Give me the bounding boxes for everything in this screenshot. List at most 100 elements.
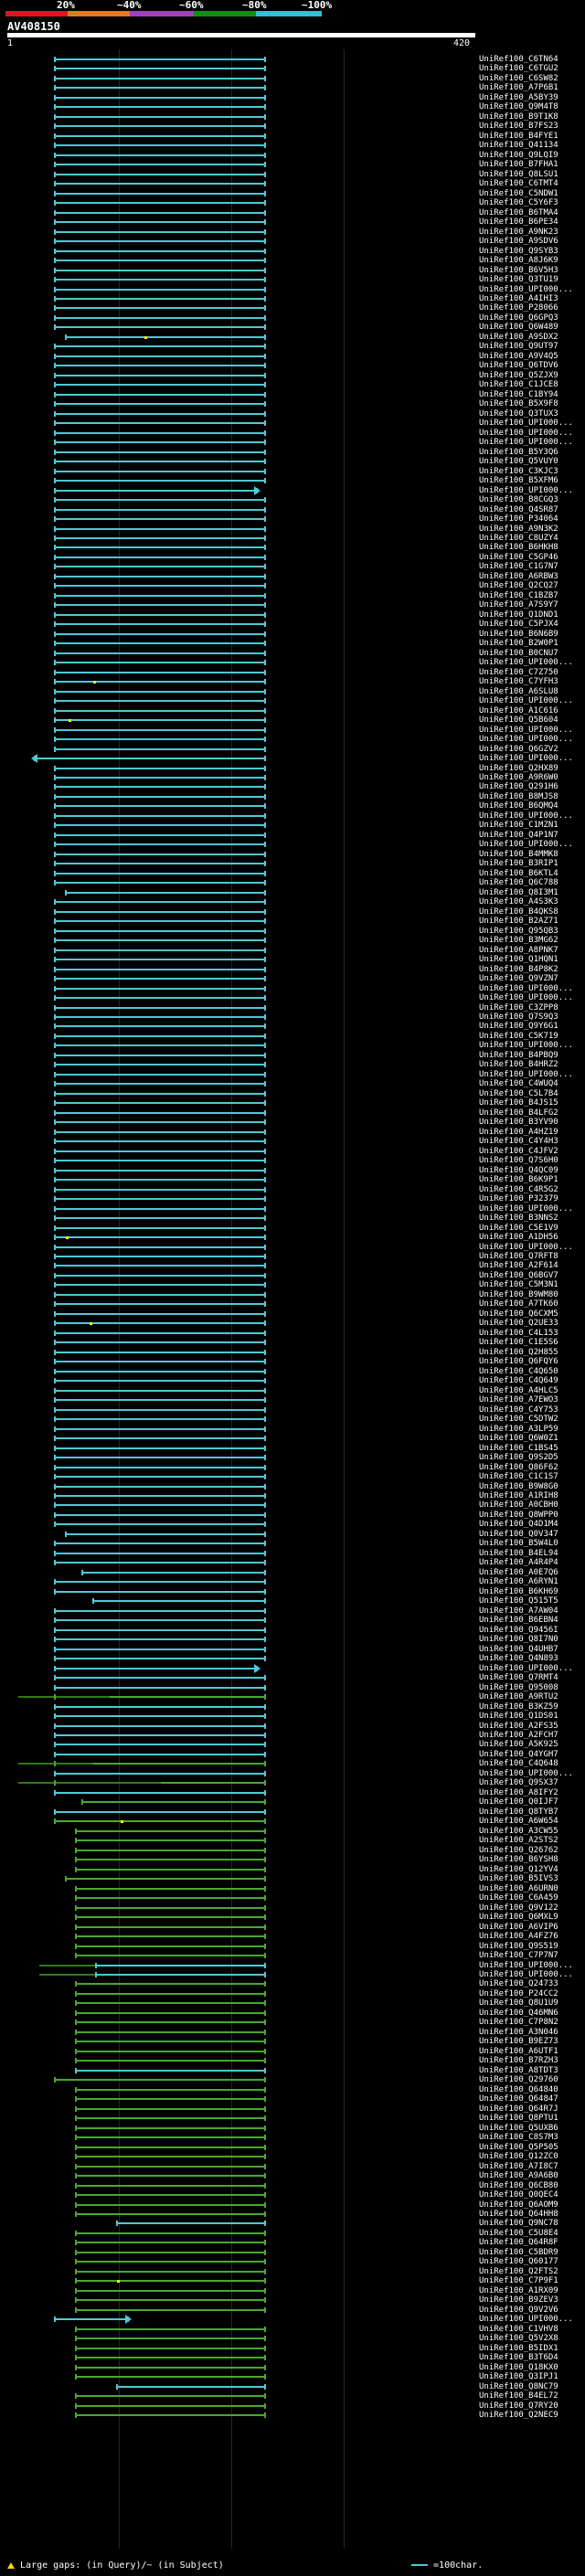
hit-row[interactable]: UniRef100_C7P7N7 [0, 1951, 585, 1960]
hit-row[interactable]: UniRef100_Q6W0Z1 [0, 1434, 585, 1443]
hit-row[interactable]: UniRef100_Q5P505 [0, 2143, 585, 2152]
hit-label[interactable]: UniRef100_A9SDX2 [479, 333, 558, 342]
hit-label[interactable]: UniRef100_B5Y3Q6 [479, 448, 558, 457]
hit-row[interactable]: UniRef100_C5U8E4 [0, 2229, 585, 2238]
hit-label[interactable]: UniRef100_UPI000... [479, 2315, 573, 2324]
hit-label[interactable]: UniRef100_B6KTL4 [479, 869, 558, 878]
hit-row[interactable]: UniRef100_Q6GPQ3 [0, 313, 585, 323]
hit-label[interactable]: UniRef100_UPI000... [479, 726, 573, 735]
hit-label[interactable]: UniRef100_C4WUQ4 [479, 1079, 558, 1088]
hit-label[interactable]: UniRef100_C6A459 [479, 1893, 558, 1903]
hit-label[interactable]: UniRef100_UPI000... [479, 1243, 573, 1252]
hit-label[interactable]: UniRef100_C5M3N1 [479, 1280, 558, 1289]
hit-label[interactable]: UniRef100_C7Z750 [479, 668, 558, 677]
hit-row[interactable]: UniRef100_Q515T5 [0, 1596, 585, 1606]
hit-label[interactable]: UniRef100_Q2HX89 [479, 764, 558, 773]
hit-row[interactable]: UniRef100_Q0IJF7 [0, 1797, 585, 1807]
hit-row[interactable]: UniRef100_A8TDT3 [0, 2066, 585, 2075]
hit-label[interactable]: UniRef100_Q18KX0 [479, 2363, 558, 2372]
hit-label[interactable]: UniRef100_B4JS15 [479, 1098, 558, 1108]
hit-row[interactable]: UniRef100_B4EL94 [0, 1549, 585, 1558]
hit-label[interactable]: UniRef100_A7EWO3 [479, 1395, 558, 1405]
hit-row[interactable]: UniRef100_C6TN64 [0, 55, 585, 64]
hit-row[interactable]: UniRef100_A0CBH0 [0, 1500, 585, 1510]
hit-label[interactable]: UniRef100_Q3TUX3 [479, 409, 558, 419]
hit-label[interactable]: UniRef100_Q6GZV2 [479, 745, 558, 754]
hit-label[interactable]: UniRef100_B3YV90 [479, 1118, 558, 1127]
hit-label[interactable]: UniRef100_C6TN64 [479, 55, 558, 64]
hit-row[interactable]: UniRef100_Q64840 [0, 2085, 585, 2094]
hit-row[interactable]: UniRef100_Q9V2V6 [0, 2306, 585, 2315]
hit-label[interactable]: UniRef100_Q2UE33 [479, 1319, 558, 1328]
hit-row[interactable]: UniRef100_B6YSH8 [0, 1855, 585, 1864]
hit-row[interactable]: UniRef100_B5XFM6 [0, 476, 585, 485]
hit-label[interactable]: UniRef100_C4Q648 [479, 1759, 558, 1768]
hit-label[interactable]: UniRef100_C3KJC3 [479, 467, 558, 476]
hit-row[interactable]: UniRef100_Q6FQY6 [0, 1357, 585, 1366]
hit-row[interactable]: UniRef100_Q6AOM9 [0, 2200, 585, 2210]
hit-label[interactable]: UniRef100_UPI000... [479, 984, 573, 993]
hit-row[interactable]: UniRef100_C1BZB7 [0, 591, 585, 600]
hit-row[interactable]: UniRef100_A1DH56 [0, 1233, 585, 1242]
hit-row[interactable]: UniRef100_UPI000... [0, 485, 585, 495]
hit-row[interactable]: UniRef100_A6VIP6 [0, 1923, 585, 1932]
hit-label[interactable]: UniRef100_A5K925 [479, 1740, 558, 1749]
hit-label[interactable]: UniRef100_B3RIP1 [479, 859, 558, 868]
hit-label[interactable]: UniRef100_A7S9Y7 [479, 600, 558, 610]
hit-row[interactable]: UniRef100_Q4YGH7 [0, 1750, 585, 1759]
hit-label[interactable]: UniRef100_B8CGQ3 [479, 495, 558, 504]
hit-label[interactable]: UniRef100_A9RTU2 [479, 1692, 558, 1701]
hit-label[interactable]: UniRef100_Q2NEC9 [479, 2411, 558, 2420]
hit-row[interactable]: UniRef100_C4Y753 [0, 1405, 585, 1415]
hit-row[interactable]: UniRef100_B4PBQ9 [0, 1051, 585, 1060]
hit-label[interactable]: UniRef100_B5W4L0 [479, 1539, 558, 1548]
hit-label[interactable]: UniRef100_Q5P505 [479, 2143, 558, 2152]
hit-label[interactable]: UniRef100_Q8WPP0 [479, 1511, 558, 1520]
hit-row[interactable]: UniRef100_Q4QC09 [0, 1166, 585, 1175]
hit-row[interactable]: UniRef100_UPI000... [0, 429, 585, 438]
hit-label[interactable]: UniRef100_Q4D1M4 [479, 1520, 558, 1529]
hit-label[interactable]: UniRef100_UPI000... [479, 754, 573, 763]
hit-label[interactable]: UniRef100_Q0V347 [479, 1530, 558, 1539]
hit-label[interactable]: UniRef100_Q9Y6G1 [479, 1022, 558, 1031]
hit-row[interactable]: UniRef100_UPI000... [0, 1970, 585, 1979]
hit-row[interactable]: UniRef100_UPI000... [0, 2315, 585, 2325]
hit-label[interactable]: UniRef100_Q5UXB6 [479, 2124, 558, 2133]
hit-label[interactable]: UniRef100_UPI000... [479, 1204, 573, 1214]
hit-label[interactable]: UniRef100_UPI000... [479, 840, 573, 849]
hit-row[interactable]: UniRef100_Q6GZV2 [0, 745, 585, 754]
hit-row[interactable]: UniRef100_Q5VUY0 [0, 457, 585, 466]
hit-row[interactable]: UniRef100_Q24733 [0, 1979, 585, 1988]
hit-row[interactable]: UniRef100_C7YFH3 [0, 677, 585, 686]
hit-row[interactable]: UniRef100_Q7S9Q3 [0, 1012, 585, 1022]
hit-row[interactable]: UniRef100_A4HZ19 [0, 1128, 585, 1137]
hit-row[interactable]: UniRef100_A2F614 [0, 1261, 585, 1270]
hit-label[interactable]: UniRef100_UPI000... [479, 993, 573, 1002]
hit-label[interactable]: UniRef100_B6TMA4 [479, 208, 558, 217]
hit-label[interactable]: UniRef100_Q4N893 [479, 1654, 558, 1663]
hit-label[interactable]: UniRef100_C5DTW2 [479, 1415, 558, 1424]
hit-row[interactable]: UniRef100_Q1DND1 [0, 610, 585, 620]
hit-row[interactable]: UniRef100_Q6MXL9 [0, 1913, 585, 1922]
hit-row[interactable]: UniRef100_C6TGU2 [0, 64, 585, 73]
hit-label[interactable]: UniRef100_A6SLU8 [479, 687, 558, 696]
hit-label[interactable]: UniRef100_B3MG62 [479, 936, 558, 945]
hit-row[interactable]: UniRef100_A5BY39 [0, 93, 585, 102]
hit-label[interactable]: UniRef100_C4R5G2 [479, 1185, 558, 1194]
hit-row[interactable]: UniRef100_A4IHI3 [0, 294, 585, 303]
hit-label[interactable]: UniRef100_UPI000... [479, 438, 573, 447]
hit-label[interactable]: UniRef100_C5E1V9 [479, 1224, 558, 1233]
hit-row[interactable]: UniRef100_A4R4P4 [0, 1558, 585, 1567]
hit-row[interactable]: UniRef100_B6K9P1 [0, 1175, 585, 1184]
hit-row[interactable]: UniRef100_C3ZPP8 [0, 1003, 585, 1012]
hit-row[interactable]: UniRef100_C4L153 [0, 1329, 585, 1338]
hit-label[interactable]: UniRef100_A7I8C7 [479, 2162, 558, 2171]
hit-row[interactable]: UniRef100_B5IVS3 [0, 1874, 585, 1883]
hit-row[interactable]: UniRef100_Q5V2X8 [0, 2334, 585, 2343]
hit-label[interactable]: UniRef100_Q2H855 [479, 1348, 558, 1357]
hit-label[interactable]: UniRef100_Q41134 [479, 141, 558, 150]
hit-row[interactable]: UniRef100_Q86F62 [0, 1463, 585, 1472]
hit-label[interactable]: UniRef100_UPI000... [479, 658, 573, 667]
hit-row[interactable]: UniRef100_B7RZH3 [0, 2056, 585, 2065]
hit-label[interactable]: UniRef100_UPI000... [479, 429, 573, 438]
